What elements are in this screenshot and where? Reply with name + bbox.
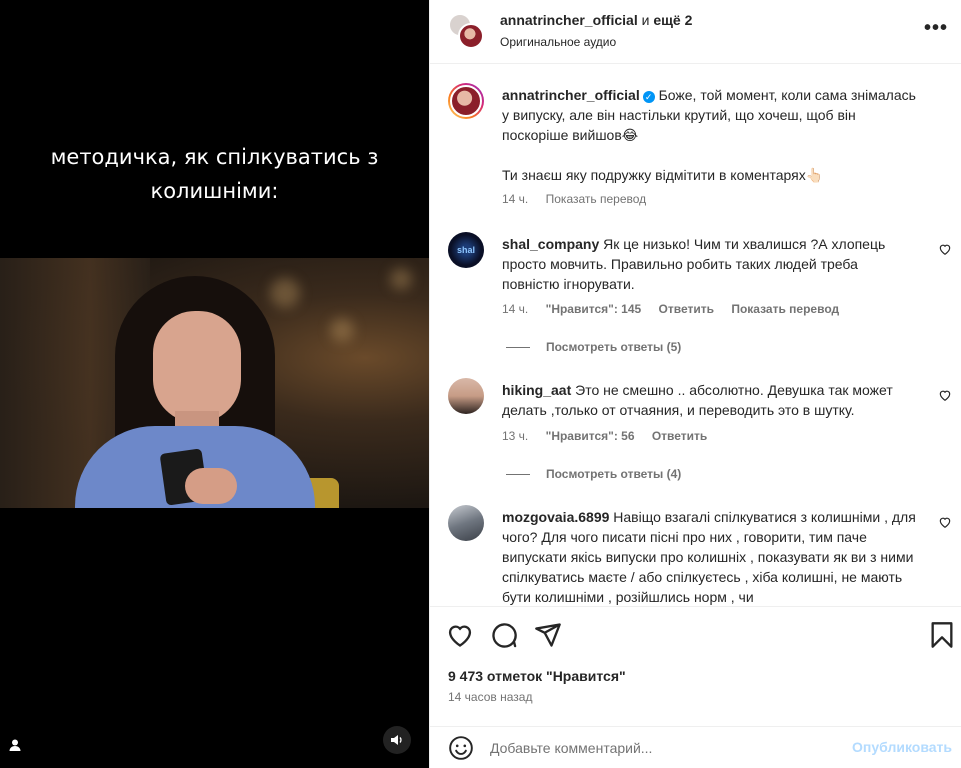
woman-figure bbox=[75, 276, 315, 508]
video-player[interactable]: методичка, як спілкуватись з колишніми: bbox=[0, 0, 429, 768]
caption-meta: 14 ч. Показать перевод bbox=[502, 192, 660, 206]
comment-likes[interactable]: "Нравится": 145 bbox=[546, 302, 642, 316]
video-caption-line: колишніми: bbox=[150, 179, 279, 203]
verified-icon: ✓ bbox=[642, 91, 655, 103]
more-icon[interactable]: ••• bbox=[924, 18, 948, 38]
heart-icon[interactable] bbox=[938, 515, 952, 529]
emoji-icon[interactable] bbox=[448, 735, 474, 761]
comment-meta: 13 ч. "Нравится": 56 Ответить bbox=[502, 429, 721, 443]
heart-icon[interactable] bbox=[938, 388, 952, 402]
reply-button[interactable]: Ответить bbox=[652, 429, 707, 443]
comment-composer: Опубликовать bbox=[430, 726, 961, 768]
reply-button[interactable]: Ответить bbox=[659, 302, 714, 316]
and-text: и bbox=[637, 12, 654, 28]
avatar-stack[interactable] bbox=[448, 13, 486, 51]
comment-text: shal_company Як це низько! Чим ти хвалиш… bbox=[502, 234, 917, 294]
caption-username[interactable]: annatrincher_official bbox=[502, 87, 640, 103]
share-icon[interactable] bbox=[534, 621, 562, 649]
divider bbox=[506, 347, 530, 349]
comment-text: hiking_aat Это не смешно .. абсолютно. Д… bbox=[502, 380, 917, 420]
video-caption-line: методичка, як спілкуватись з bbox=[50, 145, 379, 169]
comment-username[interactable]: shal_company bbox=[502, 236, 599, 252]
divider bbox=[506, 474, 530, 476]
video-caption: методичка, як спілкуватись з колишніми: bbox=[0, 140, 429, 208]
caption-line: Ти знаєш яку подружку відмітити в комент… bbox=[502, 167, 824, 183]
hand bbox=[185, 468, 237, 504]
heart-icon[interactable] bbox=[446, 621, 474, 649]
comment-username[interactable]: mozgovaia.6899 bbox=[502, 509, 609, 525]
post-header: annatrincher_official и ещё 2 Оригинальн… bbox=[430, 0, 961, 64]
comment-username[interactable]: hiking_aat bbox=[502, 382, 571, 398]
more-authors-link[interactable]: ещё 2 bbox=[653, 12, 692, 28]
comment-likes[interactable]: "Нравится": 56 bbox=[546, 429, 635, 443]
author-username[interactable]: annatrincher_official bbox=[500, 12, 638, 28]
caption-line: поскоріше вийшов😂 bbox=[502, 127, 639, 143]
post-authors[interactable]: annatrincher_official и ещё 2 bbox=[500, 12, 692, 28]
post-panel: annatrincher_official и ещё 2 Оригинальн… bbox=[429, 0, 961, 768]
heart-icon[interactable] bbox=[938, 242, 952, 256]
comment-icon[interactable] bbox=[490, 621, 518, 649]
audio-link[interactable]: Оригинальное аудио bbox=[500, 35, 616, 49]
likes-count[interactable]: 9 473 отметок "Нравится" bbox=[448, 668, 626, 684]
view-replies-button[interactable]: Посмотреть ответы (4) bbox=[506, 467, 681, 481]
face bbox=[153, 311, 241, 423]
avatar[interactable] bbox=[448, 83, 484, 119]
user-icon[interactable] bbox=[4, 734, 26, 756]
translate-link[interactable]: Показать перевод bbox=[546, 192, 647, 206]
view-replies-label: Посмотреть ответы (5) bbox=[546, 340, 682, 354]
post-button[interactable]: Опубликовать bbox=[852, 739, 952, 755]
comment-time: 14 ч. bbox=[502, 302, 529, 316]
avatar[interactable] bbox=[448, 378, 484, 414]
view-replies-button[interactable]: Посмотреть ответы (5) bbox=[506, 340, 681, 354]
comments-list[interactable]: annatrincher_official ✓ Боже, той момент,… bbox=[430, 65, 961, 605]
comment-meta: 14 ч. "Нравится": 145 Ответить Показать … bbox=[502, 302, 853, 316]
comment-time: 13 ч. bbox=[502, 429, 529, 443]
bokeh-light bbox=[390, 268, 412, 290]
post-time: 14 часов назад bbox=[448, 690, 533, 704]
video-frame bbox=[0, 258, 429, 508]
avatar bbox=[458, 23, 484, 49]
view-replies-label: Посмотреть ответы (4) bbox=[546, 467, 682, 481]
bookmark-icon[interactable] bbox=[928, 621, 956, 649]
caption-line: Боже, той момент, коли сама знімалась bbox=[658, 87, 916, 103]
speaker-icon[interactable] bbox=[383, 726, 411, 754]
caption-text: annatrincher_official ✓ Боже, той момент,… bbox=[502, 85, 917, 185]
action-bar: 9 473 отметок "Нравится" 14 часов назад bbox=[430, 606, 961, 726]
avatar[interactable] bbox=[448, 505, 484, 541]
comment-text: mozgovaia.6899 Навіщо взагалі спілкувати… bbox=[502, 507, 917, 605]
caption-time: 14 ч. bbox=[502, 192, 529, 206]
comment-input[interactable] bbox=[490, 738, 840, 758]
translate-link[interactable]: Показать перевод bbox=[731, 302, 839, 316]
bokeh-light bbox=[330, 318, 354, 342]
avatar[interactable]: shal bbox=[448, 232, 484, 268]
caption-line: у випуску, але він настільки крутий, що … bbox=[502, 107, 856, 123]
